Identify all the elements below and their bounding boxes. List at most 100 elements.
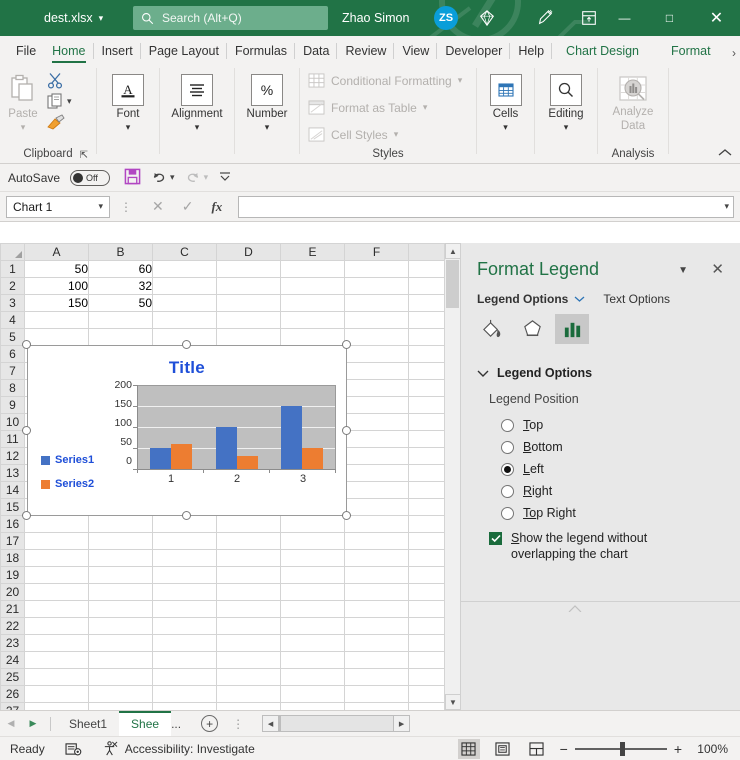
- chart-legend[interactable]: Series1 Series2: [41, 454, 94, 502]
- radio-option-right[interactable]: Right: [461, 480, 740, 502]
- cell-F23[interactable]: [344, 634, 409, 652]
- cell-D18[interactable]: [216, 549, 281, 567]
- cell-E5[interactable]: [280, 328, 345, 346]
- zoom-track[interactable]: [574, 741, 667, 756]
- cell-F14[interactable]: [344, 481, 409, 499]
- cell-10[interactable]: [408, 413, 445, 431]
- bar-Series1-2[interactable]: [215, 427, 237, 469]
- cell-A20[interactable]: [24, 583, 89, 601]
- cell-D17[interactable]: [216, 532, 281, 550]
- radio-button[interactable]: [501, 418, 514, 432]
- bar-Series2-2[interactable]: [236, 455, 258, 469]
- insert-function-icon[interactable]: fx: [211, 199, 222, 215]
- cell-C23[interactable]: [152, 634, 217, 652]
- cell-B1[interactable]: 60: [88, 260, 153, 278]
- radio-button[interactable]: [501, 462, 514, 476]
- cell-A25[interactable]: [24, 668, 89, 686]
- row-header-18[interactable]: 18: [0, 549, 25, 567]
- cell-F4[interactable]: [344, 311, 409, 329]
- cell-23[interactable]: [408, 634, 445, 652]
- search-input[interactable]: Search (Alt+Q): [162, 11, 242, 25]
- cell-F26[interactable]: [344, 685, 409, 703]
- cell-22[interactable]: [408, 617, 445, 635]
- ribbon-tab-home[interactable]: Home: [44, 38, 94, 64]
- scroll-up-button[interactable]: ▲: [445, 243, 461, 259]
- column-header-d[interactable]: D: [216, 243, 281, 261]
- chart-resize-handle-w[interactable]: [22, 426, 31, 435]
- ribbon-tab-chart-design[interactable]: Chart Design: [558, 38, 647, 64]
- cell-A16[interactable]: [24, 515, 89, 533]
- pane-tab-text-options[interactable]: Text Options: [603, 292, 670, 306]
- row-header-10[interactable]: 10: [0, 413, 25, 431]
- accessibility-button[interactable]: Accessibility: Investigate: [92, 741, 265, 756]
- cell-E20[interactable]: [280, 583, 345, 601]
- cell-B21[interactable]: [88, 600, 153, 618]
- checkbox-box[interactable]: [489, 532, 502, 545]
- row-header-6[interactable]: 6: [0, 345, 25, 363]
- cell-4[interactable]: [408, 311, 445, 329]
- cell-B26[interactable]: [88, 685, 153, 703]
- cell-7[interactable]: [408, 362, 445, 380]
- cell-E25[interactable]: [280, 668, 345, 686]
- cell-B16[interactable]: [88, 515, 153, 533]
- cell-A5[interactable]: [24, 328, 89, 346]
- row-header-19[interactable]: 19: [0, 566, 25, 584]
- cell-B22[interactable]: [88, 617, 153, 635]
- cell-D2[interactable]: [216, 277, 281, 295]
- row-header-11[interactable]: 11: [0, 430, 25, 448]
- cell-6[interactable]: [408, 345, 445, 363]
- ribbon-tab-developer[interactable]: Developer: [437, 38, 511, 64]
- legend-options-section-header[interactable]: Legend Options: [461, 366, 740, 380]
- maximize-button[interactable]: □: [647, 0, 692, 36]
- cell-D22[interactable]: [216, 617, 281, 635]
- cell-17[interactable]: [408, 532, 445, 550]
- chevron-down-icon[interactable]: ▾: [564, 122, 569, 133]
- cell-A19[interactable]: [24, 566, 89, 584]
- cell-14[interactable]: [408, 481, 445, 499]
- cell-B23[interactable]: [88, 634, 153, 652]
- ribbon-tab-data[interactable]: Data: [295, 38, 338, 64]
- chevron-down-icon[interactable]: ▾: [126, 122, 131, 133]
- file-name[interactable]: dest.xlsx ▾: [44, 11, 103, 25]
- cell-C25[interactable]: [152, 668, 217, 686]
- next-sheet-arrow[interactable]: ▶: [22, 718, 44, 729]
- cell-E22[interactable]: [280, 617, 345, 635]
- record-macro-button[interactable]: [55, 742, 92, 756]
- ribbon-tab-format[interactable]: Format: [663, 38, 719, 64]
- cell-B2[interactable]: 32: [88, 277, 153, 295]
- chart-resize-handle-nw[interactable]: [22, 340, 31, 349]
- cell-D23[interactable]: [216, 634, 281, 652]
- radio-button[interactable]: [501, 484, 514, 498]
- row-header-7[interactable]: 7: [0, 362, 25, 380]
- cell-A4[interactable]: [24, 311, 89, 329]
- row-header-26[interactable]: 26: [0, 685, 25, 703]
- collapse-ribbon-button[interactable]: [718, 147, 732, 161]
- cell-C20[interactable]: [152, 583, 217, 601]
- chevron-down-icon[interactable]: ▾: [98, 201, 103, 212]
- legend-options-icon[interactable]: [555, 314, 589, 344]
- enter-icon[interactable]: ✓: [182, 198, 194, 215]
- cell-F22[interactable]: [344, 617, 409, 635]
- cell-B19[interactable]: [88, 566, 153, 584]
- chart-title[interactable]: Title: [28, 358, 346, 378]
- cell-E17[interactable]: [280, 532, 345, 550]
- cell-C22[interactable]: [152, 617, 217, 635]
- cell-13[interactable]: [408, 464, 445, 482]
- cell-C18[interactable]: [152, 549, 217, 567]
- ribbon-tab-help[interactable]: Help: [510, 38, 552, 64]
- cancel-icon[interactable]: ✕: [152, 198, 164, 215]
- undo-button[interactable]: ▾: [151, 170, 175, 185]
- cell-C4[interactable]: [152, 311, 217, 329]
- show-legend-without-overlap-checkbox[interactable]: Show the legend without overlapping the …: [461, 530, 740, 562]
- row-header-3[interactable]: 3: [0, 294, 25, 312]
- alignment-button[interactable]: Alignment ▾: [161, 68, 233, 133]
- save-button[interactable]: [124, 168, 141, 188]
- column-header-c[interactable]: C: [152, 243, 217, 261]
- pane-tab-legend-options[interactable]: Legend Options: [477, 292, 585, 306]
- cell-B5[interactable]: [88, 328, 153, 346]
- cell-D5[interactable]: [216, 328, 281, 346]
- horizontal-scroll-thumb[interactable]: [279, 715, 282, 731]
- cell-F3[interactable]: [344, 294, 409, 312]
- chevron-down-icon[interactable]: ▾: [67, 96, 72, 107]
- bar-Series2-3[interactable]: [302, 448, 324, 469]
